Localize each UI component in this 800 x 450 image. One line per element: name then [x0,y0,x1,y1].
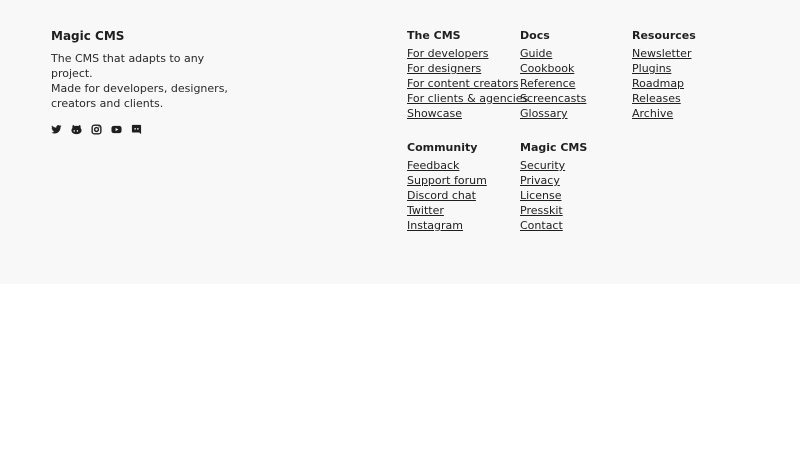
footer-link-for-designers[interactable]: For designers [407,62,481,75]
social-links [51,124,142,135]
footer-link-cookbook[interactable]: Cookbook [520,62,574,75]
footer-link-showcase[interactable]: Showcase [407,107,462,120]
footer-link-plugins[interactable]: Plugins [632,62,671,75]
footer-link-roadmap[interactable]: Roadmap [632,77,684,90]
brand-block: Magic CMS The CMS that adapts to any pro… [51,28,251,111]
footer-column-community: Community Feedback Support forum Discord… [407,140,487,233]
footer-column-magic-cms: Magic CMS Security Privacy License Press… [520,140,587,233]
footer-link-instagram[interactable]: Instagram [407,219,463,232]
twitter-icon[interactable] [51,124,62,135]
footer-link-guide[interactable]: Guide [520,47,552,60]
footer-link-releases[interactable]: Releases [632,92,681,105]
footer-column-the-cms: The CMS For developers For designers For… [407,28,528,121]
column-title: Docs [520,29,550,42]
column-title: Magic CMS [520,141,588,154]
footer-link-archive[interactable]: Archive [632,107,673,120]
footer-link-screencasts[interactable]: Screencasts [520,92,586,105]
footer-link-discord-chat[interactable]: Discord chat [407,189,476,202]
footer-column-resources: Resources Newsletter Plugins Roadmap Rel… [632,28,696,121]
brand-title: Magic CMS [51,29,125,43]
footer-link-presskit[interactable]: Presskit [520,204,563,217]
discord-icon[interactable] [131,124,142,135]
github-icon[interactable] [71,124,82,135]
brand-tagline-line: project. [51,67,93,80]
brand-tagline: The CMS that adapts to any project. Made… [51,51,251,111]
column-title: Resources [632,29,696,42]
footer-link-license[interactable]: License [520,189,561,202]
footer-link-security[interactable]: Security [520,159,565,172]
column-title: The CMS [407,29,461,42]
site-footer: Magic CMS The CMS that adapts to any pro… [0,0,800,284]
footer-link-for-developers[interactable]: For developers [407,47,489,60]
brand-tagline-line: The CMS that adapts to any [51,52,205,65]
footer-link-feedback[interactable]: Feedback [407,159,459,172]
brand-tagline-line: Made for developers, designers, [51,82,228,95]
footer-column-docs: Docs Guide Cookbook Reference Screencast… [520,28,586,121]
footer-link-support-forum[interactable]: Support forum [407,174,487,187]
instagram-icon[interactable] [91,124,102,135]
column-title: Community [407,141,478,154]
footer-link-reference[interactable]: Reference [520,77,575,90]
footer-link-for-content-creators[interactable]: For content creators [407,77,518,90]
footer-link-newsletter[interactable]: Newsletter [632,47,691,60]
footer-link-twitter[interactable]: Twitter [407,204,444,217]
youtube-icon[interactable] [111,124,122,135]
footer-link-privacy[interactable]: Privacy [520,174,560,187]
footer-link-for-clients-agencies[interactable]: For clients & agencies [407,92,528,105]
footer-link-contact[interactable]: Contact [520,219,563,232]
brand-tagline-line: creators and clients. [51,97,164,110]
footer-link-glossary[interactable]: Glossary [520,107,568,120]
